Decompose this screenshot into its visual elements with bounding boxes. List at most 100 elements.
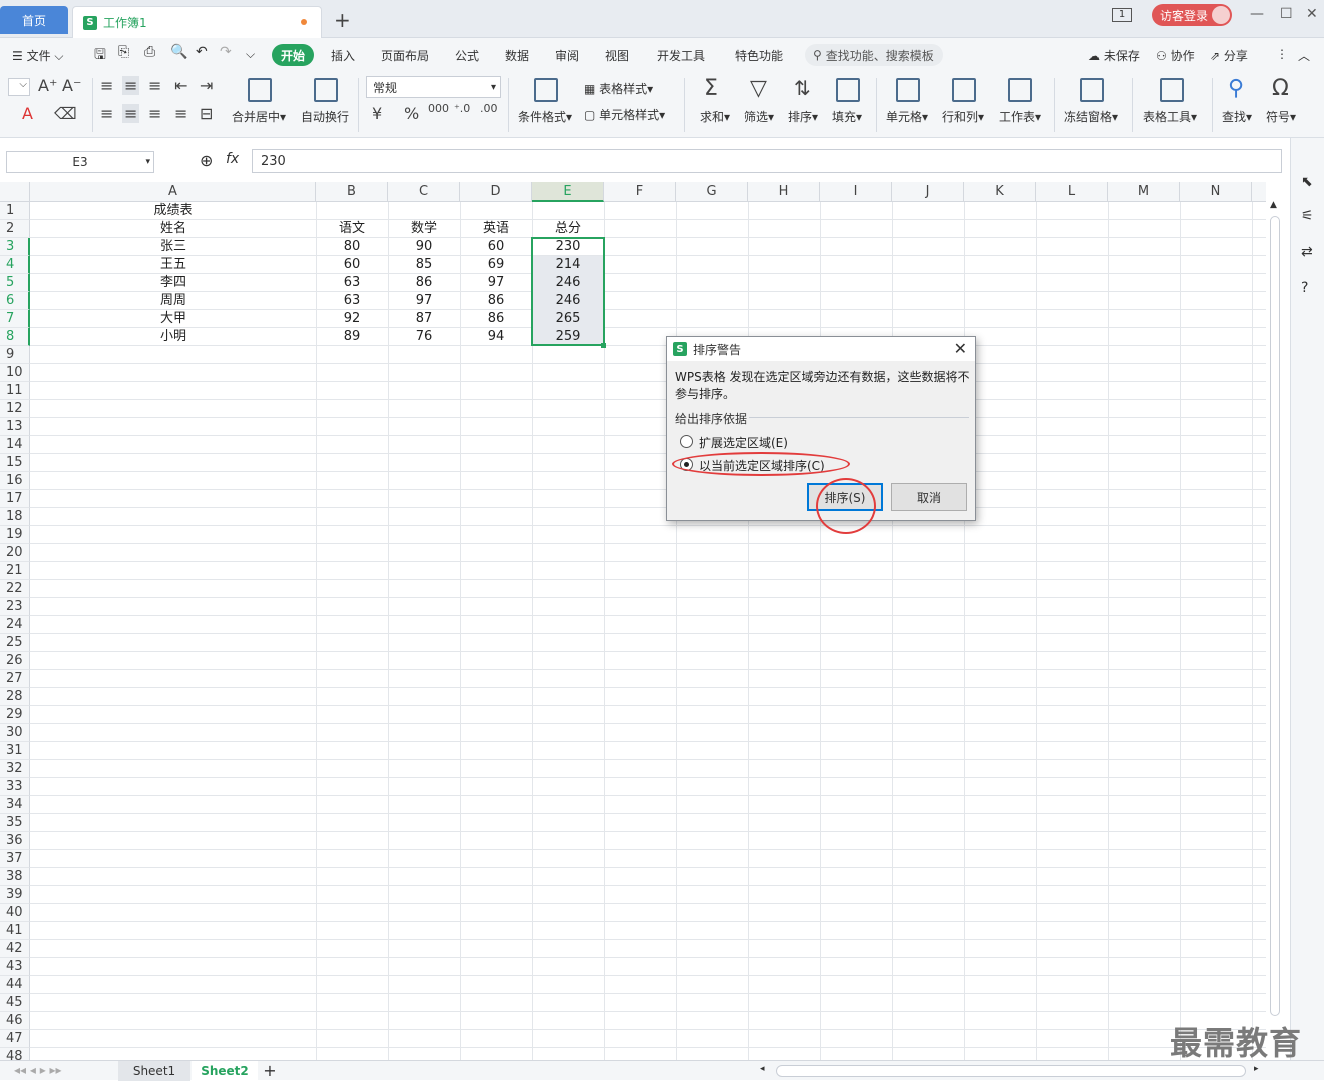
table-cell[interactable]: 85 [388, 256, 460, 274]
worksheet-button[interactable]: 工作表▾ [999, 108, 1041, 125]
row-header[interactable]: 34 [0, 796, 30, 814]
zoom-formula-icon[interactable]: ⊕ [200, 151, 213, 170]
align-top-icon[interactable]: ≡ [100, 76, 113, 95]
redo-icon[interactable]: ↷ [220, 44, 232, 60]
row-header[interactable]: 2 [0, 220, 30, 238]
sort-icon[interactable]: ⇅ [794, 76, 811, 100]
row-header[interactable]: 16 [0, 472, 30, 490]
column-header-j[interactable]: J [892, 182, 964, 202]
table-cell[interactable]: 89 [316, 328, 388, 346]
row-header[interactable]: 19 [0, 526, 30, 544]
unsaved-status[interactable]: ☁ 未保存 [1088, 47, 1140, 64]
sum-button[interactable]: 求和▾ [700, 108, 730, 125]
row-header[interactable]: 6 [0, 292, 30, 310]
table-cell[interactable]: 李四 [30, 274, 316, 292]
tab-formulas[interactable]: 公式 [455, 47, 479, 64]
name-box[interactable]: E3 ▾ [6, 151, 154, 173]
tab-features[interactable]: 特色功能 [735, 47, 783, 64]
cell-icon[interactable] [896, 78, 920, 102]
collapse-ribbon-icon[interactable]: ︿ [1298, 47, 1310, 64]
row-header[interactable]: 39 [0, 886, 30, 904]
new-tab-button[interactable]: + [334, 8, 351, 32]
selection-range[interactable] [531, 237, 605, 346]
maximize-icon[interactable]: ☐ [1280, 6, 1293, 22]
thousands-icon[interactable]: 000 [428, 102, 449, 115]
column-header-n[interactable]: N [1180, 182, 1252, 202]
minimize-icon[interactable]: — [1250, 6, 1264, 22]
row-header[interactable]: 25 [0, 634, 30, 652]
find-icon[interactable]: ⚲ [1228, 76, 1244, 101]
row-header[interactable]: 23 [0, 598, 30, 616]
table-tools-button[interactable]: 表格工具▾ [1143, 108, 1197, 125]
fx-icon[interactable]: fx [226, 151, 239, 167]
row-header[interactable]: 48 [0, 1048, 30, 1060]
currency-icon[interactable]: ¥ [372, 104, 382, 123]
column-header-b[interactable]: B [316, 182, 388, 202]
row-header[interactable]: 37 [0, 850, 30, 868]
horizontal-scroll-thumb[interactable] [776, 1065, 1246, 1077]
transfer-icon[interactable]: ⇄ [1301, 244, 1313, 260]
wrap-text-icon[interactable] [314, 78, 338, 102]
clear-format-icon[interactable]: ⌫ [54, 104, 77, 123]
column-header-i[interactable]: I [820, 182, 892, 202]
distribute-icon[interactable]: ⊟ [200, 104, 213, 123]
fill-handle[interactable] [601, 343, 606, 348]
font-color-icon[interactable]: A [22, 104, 33, 123]
row-col-icon[interactable] [952, 78, 976, 102]
column-header-k[interactable]: K [964, 182, 1036, 202]
sum-icon[interactable]: Σ [704, 76, 718, 101]
freeze-panes-icon[interactable] [1080, 78, 1104, 102]
tab-view[interactable]: 视图 [605, 47, 629, 64]
table-cell[interactable]: 63 [316, 274, 388, 292]
vertical-scrollbar[interactable]: ▲ [1268, 200, 1282, 1060]
table-cell[interactable]: 60 [460, 238, 532, 256]
cell-button[interactable]: 单元格▾ [886, 108, 928, 125]
table-cell[interactable]: 87 [388, 310, 460, 328]
filter-button[interactable]: 筛选▾ [744, 108, 774, 125]
row-header[interactable]: 33 [0, 778, 30, 796]
row-header[interactable]: 32 [0, 760, 30, 778]
row-header[interactable]: 14 [0, 436, 30, 454]
table-cell[interactable]: 80 [316, 238, 388, 256]
table-cell[interactable]: 86 [460, 310, 532, 328]
table-cell[interactable]: 63 [316, 292, 388, 310]
table-cell[interactable]: 总分 [532, 220, 604, 238]
row-header[interactable]: 5 [0, 274, 30, 292]
table-cell[interactable]: 大甲 [30, 310, 316, 328]
scroll-left-icon[interactable]: ◂ [760, 1064, 765, 1074]
justify-icon[interactable]: ≡ [174, 104, 187, 123]
formula-input[interactable]: 230 [252, 149, 1282, 173]
column-header-d[interactable]: D [460, 182, 532, 202]
row-header[interactable]: 27 [0, 670, 30, 688]
row-header[interactable]: 24 [0, 616, 30, 634]
tab-review[interactable]: 审阅 [555, 47, 579, 64]
align-left-icon[interactable]: ≡ [100, 104, 113, 123]
symbol-icon[interactable]: Ω [1272, 76, 1289, 101]
table-cell[interactable]: 王五 [30, 256, 316, 274]
help-icon[interactable]: ? [1301, 280, 1308, 296]
more-icon[interactable]: ⋮ [1276, 47, 1288, 61]
find-button[interactable]: 查找▾ [1222, 108, 1252, 125]
row-header[interactable]: 7 [0, 310, 30, 328]
column-header-m[interactable]: M [1108, 182, 1180, 202]
collab-button[interactable]: ⚇ 协作 [1156, 47, 1195, 64]
table-cell[interactable]: 97 [460, 274, 532, 292]
login-button[interactable]: 访客登录 [1152, 4, 1232, 26]
table-tools-icon[interactable] [1160, 78, 1184, 102]
quick-access-dropdown-icon[interactable]: ⌵ [246, 47, 255, 62]
row-header[interactable]: 38 [0, 868, 30, 886]
increase-decimal-icon[interactable]: ⁺.0 [454, 102, 470, 115]
align-bottom-icon[interactable]: ≡ [148, 76, 161, 95]
export-icon[interactable]: ⎘ [118, 44, 129, 60]
table-cell[interactable]: 60 [316, 256, 388, 274]
row-header[interactable]: 3 [0, 238, 30, 256]
row-header[interactable]: 41 [0, 922, 30, 940]
row-header[interactable]: 43 [0, 958, 30, 976]
preview-icon[interactable]: 🔍 [170, 44, 187, 60]
table-cell[interactable]: 数学 [388, 220, 460, 238]
row-header[interactable]: 45 [0, 994, 30, 1012]
sheet-tab-sheet2[interactable]: Sheet2 [192, 1061, 258, 1081]
percent-icon[interactable]: % [404, 104, 419, 123]
conditional-format-button[interactable]: 条件格式▾ [518, 108, 572, 125]
freeze-panes-button[interactable]: 冻结窗格▾ [1064, 108, 1118, 125]
